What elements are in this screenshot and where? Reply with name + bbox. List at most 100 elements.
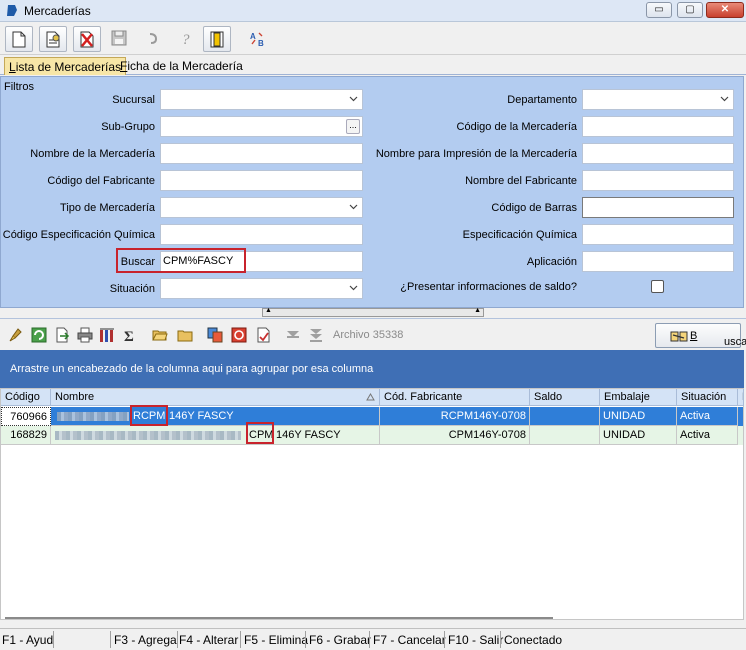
label-tipo-mercaderia: Tipo de Mercadería xyxy=(60,202,155,214)
nombre-mercaderia-field[interactable] xyxy=(160,143,363,164)
codigo-especificacion-quimica-field[interactable] xyxy=(160,224,363,245)
exit-button[interactable] xyxy=(203,26,231,52)
codigo-mercaderia-field[interactable] xyxy=(582,116,734,137)
results-grid: Código Nombre Cód. Fabricante Saldo Emba… xyxy=(0,388,744,620)
new-document-icon xyxy=(12,31,26,48)
delete-button[interactable] xyxy=(73,26,101,52)
column-header-codigo[interactable]: Código xyxy=(1,389,51,406)
label-presentar-saldo: ¿Presentar informaciones de saldo? xyxy=(400,281,577,293)
buscar-button[interactable]: Buscar xyxy=(655,323,746,348)
highlight-box xyxy=(130,405,168,426)
folder-icon[interactable] xyxy=(177,327,193,343)
edit-document-icon xyxy=(46,31,60,48)
new-button[interactable] xyxy=(5,26,33,52)
status-f4: F4 - Alterar xyxy=(179,633,239,647)
columns-icon[interactable] xyxy=(99,327,115,343)
tab-ficha-mercaderia[interactable]: Ficha de la Mercadería xyxy=(116,57,247,75)
print-icon[interactable] xyxy=(77,327,93,343)
brush-icon[interactable] xyxy=(8,327,24,343)
panel-splitter[interactable]: ▲ ▲ xyxy=(262,307,484,317)
situacion-select[interactable] xyxy=(160,278,363,299)
spell-check-button[interactable]: AB xyxy=(244,26,272,52)
move-down-icon[interactable] xyxy=(285,327,301,343)
filters-title: Filtros xyxy=(4,81,34,93)
column-header-embalaje[interactable]: Embalaje xyxy=(600,389,677,406)
cell-codigo: 168829 xyxy=(1,426,51,445)
open-folder-icon[interactable] xyxy=(152,327,168,343)
codigo-fabricante-field[interactable] xyxy=(160,170,363,191)
column-header-saldo[interactable]: Saldo xyxy=(530,389,600,406)
tab-strip: Lista de Mercaderías Ficha de la Mercade… xyxy=(0,56,746,75)
status-divider xyxy=(177,631,178,648)
presentar-saldo-checkbox[interactable] xyxy=(651,280,664,293)
cell-cod-fabricante: RCPM146Y-0708 xyxy=(380,407,530,426)
table-row[interactable]: 760966 RCPM 146Y FASCY RCPM146Y-0708 UNI… xyxy=(1,407,743,426)
save-button[interactable] xyxy=(106,26,134,52)
svg-text:?: ? xyxy=(182,32,190,46)
chevron-down-icon xyxy=(349,96,358,102)
column-header-truncated[interactable]: F xyxy=(738,389,744,406)
sucursal-select[interactable] xyxy=(160,89,363,110)
codigo-barras-field[interactable] xyxy=(582,197,734,218)
export-icon[interactable] xyxy=(54,327,70,343)
group-by-area[interactable]: Arrastre un encabezado de la columna aqu… xyxy=(0,350,744,388)
delete-icon xyxy=(80,31,94,48)
close-button[interactable]: ✕ xyxy=(706,2,744,18)
connection-status: Conectado xyxy=(504,633,563,647)
tipo-mercaderia-select[interactable] xyxy=(160,197,363,218)
redacted-text xyxy=(55,431,241,440)
label-especificacion-quimica: Especificación Química xyxy=(462,229,577,241)
grid-toolbar: Σ Archivo 35338 Buscar xyxy=(0,318,746,350)
group-by-hint: Arrastre un encabezado de la columna aqu… xyxy=(10,363,374,375)
label-aplicacion: Aplicación xyxy=(526,256,577,268)
report-icon[interactable] xyxy=(255,327,271,343)
refresh-icon[interactable] xyxy=(31,327,47,343)
cell-cod-fabricante: CPM146Y-0708 xyxy=(380,426,530,445)
label-departamento: Departamento xyxy=(507,94,577,106)
ellipsis-button[interactable]: ... xyxy=(346,119,360,134)
edit-button[interactable] xyxy=(39,26,67,52)
exit-door-icon xyxy=(210,31,224,48)
label-nombre-fabricante: Nombre del Fabricante xyxy=(465,175,577,187)
departamento-select[interactable] xyxy=(582,89,734,110)
label-codigo-especificacion-quimica: Código Especificación Química xyxy=(2,229,155,241)
column-header-nombre[interactable]: Nombre xyxy=(51,389,380,406)
stop-icon[interactable] xyxy=(231,327,247,343)
copy-icon[interactable] xyxy=(207,327,223,343)
svg-text:A: A xyxy=(250,32,256,41)
tab-lista-mercaderias[interactable]: Lista de Mercaderías xyxy=(4,57,127,75)
status-divider xyxy=(369,631,370,648)
cell-saldo xyxy=(530,407,600,426)
cancel-button[interactable] xyxy=(140,26,168,52)
label-sub-grupo: Sub-Grupo xyxy=(101,121,155,133)
nombre-fabricante-field[interactable] xyxy=(582,170,734,191)
chevron-down-icon xyxy=(349,204,358,210)
svg-text:Σ: Σ xyxy=(124,329,134,343)
aplicacion-field[interactable] xyxy=(582,251,734,272)
sub-grupo-field[interactable]: ... xyxy=(160,116,363,137)
status-bar: F1 - Ayud F3 - Agrega F4 - Alterar F5 - … xyxy=(0,628,746,650)
undo-icon xyxy=(149,33,158,44)
horizontal-scrollbar[interactable] xyxy=(5,617,553,619)
especificacion-quimica-field[interactable] xyxy=(582,224,734,245)
status-f5: F5 - Elimina xyxy=(244,633,309,647)
column-header-situacion[interactable]: Situación xyxy=(677,389,738,406)
minimize-button[interactable]: ▭ xyxy=(646,2,672,18)
help-button[interactable]: ? xyxy=(173,26,201,52)
cell-situacion: Activa xyxy=(677,426,738,445)
window-title: Mercaderías xyxy=(24,4,91,18)
search-binoculars-icon xyxy=(670,331,688,342)
status-f6: F6 - Grabar xyxy=(309,633,372,647)
status-f3: F3 - Agrega xyxy=(114,633,177,647)
nombre-impresion-field[interactable] xyxy=(582,143,734,164)
sum-icon[interactable]: Σ xyxy=(121,327,137,343)
label-codigo-fabricante: Código del Fabricante xyxy=(47,175,155,187)
status-f10: F10 - Salir xyxy=(448,633,504,647)
move-bottom-icon[interactable] xyxy=(308,327,324,343)
app-icon xyxy=(7,5,17,16)
table-row[interactable]: 168829 CPM 146Y FASCY CPM146Y-0708 UNIDA… xyxy=(1,426,743,445)
column-header-cod-fabricante[interactable]: Cód. Fabricante xyxy=(380,389,530,406)
cell-codigo: 760966 xyxy=(1,407,51,426)
status-divider xyxy=(53,631,54,648)
restore-button[interactable]: ▢ xyxy=(677,2,703,18)
